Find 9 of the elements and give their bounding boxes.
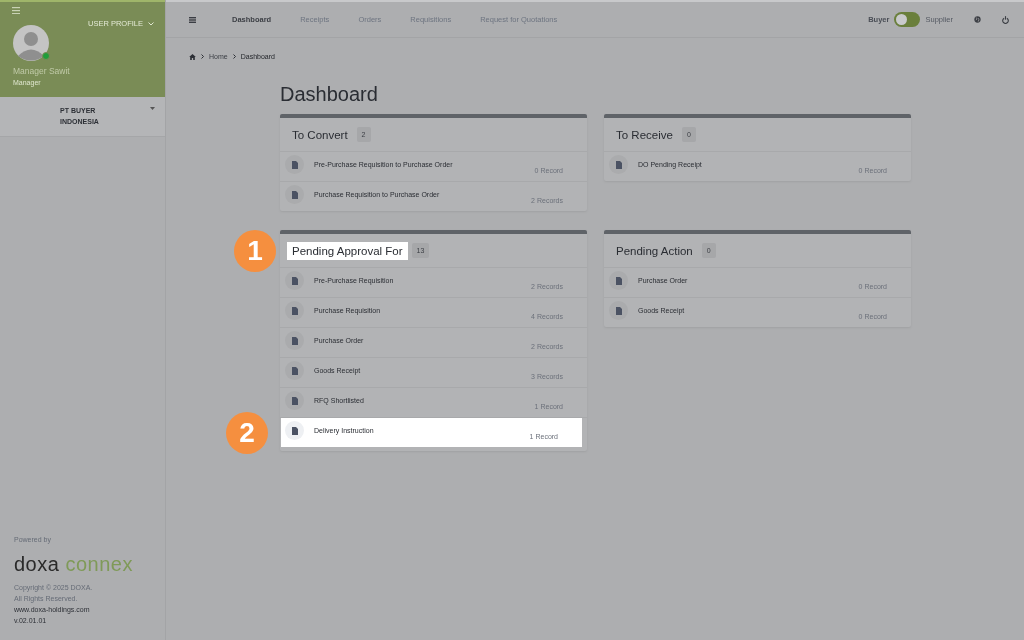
panel-title: To Convert [291,127,349,143]
step-marker: 2 [226,412,268,454]
step-marker: 1 [234,230,276,272]
panel-title: Pending Approval For [287,241,408,260]
user-name: Manager Sawit [13,66,71,76]
logo: doxa connex [14,553,134,576]
panel-title: Pending Action [615,243,694,259]
panel-title: To Receive [615,127,674,143]
page-title: Dashboard [280,83,379,106]
